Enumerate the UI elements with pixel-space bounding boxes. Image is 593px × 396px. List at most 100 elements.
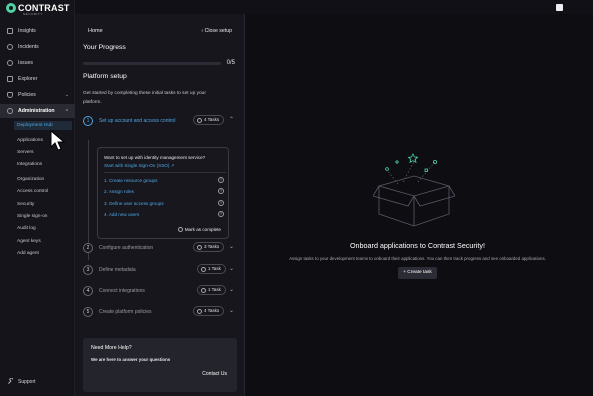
circle-icon: [197, 244, 202, 250]
sidebar-subitem-agent-keys[interactable]: Agent keys: [17, 239, 41, 244]
chevron-down-icon: ⌄: [64, 92, 69, 98]
layers-icon: [7, 76, 13, 82]
task-count: 1 Task: [208, 266, 221, 271]
sidebar-subitem-deployment-hub[interactable]: Deployment Hub: [14, 121, 72, 130]
help-title: Need More Help?: [91, 345, 132, 351]
task-count-badge: 4 Tasks: [193, 115, 225, 125]
setup-panel: Home ‹ Close setup Your Progress 0/5 Pla…: [75, 14, 245, 396]
app-window: CONTRAST SECURITY Insights Incidents Iss…: [0, 0, 593, 396]
mouse-pointer-icon: [50, 130, 66, 151]
sidebar-subitem-applications[interactable]: Applications: [17, 138, 43, 143]
sidebar-item-policies[interactable]: Policies ⌄: [0, 88, 75, 102]
sidebar-subitem-organization[interactable]: Organization: [17, 177, 44, 182]
chevron-up-icon[interactable]: ⌃: [229, 116, 234, 123]
task-count: 1 Task: [208, 287, 221, 292]
support-label: Support: [18, 378, 36, 385]
step-number: 5: [83, 307, 93, 317]
circle-icon: [201, 266, 206, 272]
step-label: Create platform policies: [99, 309, 152, 315]
contrast-logo-icon: [6, 3, 16, 13]
shield-icon: [7, 92, 13, 98]
wrench-icon: [8, 378, 14, 384]
sidebar-item-insights[interactable]: Insights: [0, 24, 75, 38]
task-label: 4. Add new users: [104, 212, 140, 217]
sidebar-subitem-audit-log[interactable]: Audit log: [17, 226, 36, 231]
sidebar-item-label: Issues: [18, 60, 33, 66]
task-label: 1. Create resource groups: [104, 178, 158, 183]
circle-icon: [201, 287, 206, 293]
sidebar-subitem-servers[interactable]: Servers: [17, 150, 34, 155]
avatar[interactable]: [556, 4, 563, 11]
task-link-user-access-groups[interactable]: 3. Define user access groups?: [104, 200, 226, 206]
task-count: 3 Tasks: [204, 244, 220, 249]
help-icon[interactable]: ?: [218, 188, 224, 194]
chevron-down-icon[interactable]: ⌄: [229, 243, 234, 250]
step-1-card: Want to set up with identity management …: [97, 147, 229, 239]
chevron-down-icon[interactable]: ⌄: [229, 307, 234, 314]
help-icon[interactable]: ?: [218, 177, 224, 183]
step-number: 2: [83, 243, 93, 253]
top-bar: [75, 0, 593, 14]
contact-us-link[interactable]: Contact Us: [202, 371, 227, 377]
sidebar-item-issues[interactable]: Issues: [0, 56, 75, 70]
sso-question: Want to set up with identity management …: [104, 155, 206, 160]
step-number: 4: [83, 286, 93, 296]
support-link[interactable]: Support: [7, 378, 36, 385]
sidebar-subitem-security[interactable]: Security: [17, 202, 34, 207]
sso-link[interactable]: Start with Single Sign-On (SSO) ↗: [104, 163, 174, 169]
close-setup-label: Close setup: [204, 28, 232, 34]
step-label: Define metadata: [99, 267, 136, 273]
incident-icon: [7, 44, 13, 50]
sidebar-item-label: Insights: [18, 28, 36, 34]
task-link-assign-roles[interactable]: 2. Assign roles?: [104, 188, 226, 194]
step-label: Set up account and access control: [99, 118, 176, 124]
sidebar-subitem-access-control[interactable]: Access control: [17, 189, 48, 194]
task-count-badge: 1 Task: [197, 285, 226, 295]
step-number: 1: [83, 116, 93, 126]
task-count: 4 Tasks: [204, 117, 220, 122]
divider: [104, 172, 226, 173]
progress-bar: [83, 62, 221, 65]
setup-description: Get started by completing these initial …: [83, 91, 206, 105]
sidebar: CONTRAST SECURITY Insights Incidents Iss…: [0, 0, 75, 396]
step-1[interactable]: 1 Set up account and access control 4 Ta…: [83, 115, 234, 128]
help-card: Need More Help? We are here to answer yo…: [83, 338, 237, 392]
gear-icon: [7, 108, 13, 114]
steps-connector: [88, 140, 89, 260]
circle-icon: [197, 308, 202, 314]
sidebar-item-incidents[interactable]: Incidents: [0, 40, 75, 54]
issues-icon: [7, 60, 13, 66]
setup-title: Platform setup: [83, 73, 127, 80]
sidebar-item-label: Administration: [18, 108, 55, 114]
sidebar-item-label: Policies: [18, 92, 36, 98]
circle-icon: [177, 227, 183, 232]
empty-state-description: Assign tasks to your development teams t…: [289, 256, 546, 261]
task-link-add-users[interactable]: 4. Add new users?: [104, 211, 226, 217]
sidebar-subitem-single-sign-on[interactable]: Single sign-on: [17, 214, 47, 219]
chevron-down-icon[interactable]: ⌄: [229, 265, 234, 272]
help-icon[interactable]: ?: [218, 200, 224, 206]
create-task-button[interactable]: + Create task: [398, 267, 437, 279]
step-5[interactable]: 5 Create platform policies 4 Tasks ⌄: [83, 306, 234, 319]
sidebar-subitem-integrations[interactable]: Integrations: [17, 162, 42, 167]
breadcrumb-home[interactable]: Home: [88, 28, 103, 34]
mark-complete-button[interactable]: Mark as complete: [177, 227, 221, 232]
circle-icon: [197, 117, 202, 123]
step-3[interactable]: 3 Define metadata 1 Task ⌄: [83, 264, 234, 277]
step-label: Connect integrations: [99, 288, 145, 294]
close-setup-button[interactable]: ‹ Close setup: [201, 28, 232, 34]
sidebar-subitem-add-agent[interactable]: Add agent: [17, 251, 39, 256]
task-link-resource-groups[interactable]: 1. Create resource groups?: [104, 177, 226, 183]
mark-complete-label: Mark as complete: [184, 227, 221, 232]
step-4[interactable]: 4 Connect integrations 1 Task ⌄: [83, 285, 234, 298]
help-icon[interactable]: ?: [218, 211, 224, 217]
step-2[interactable]: 2 Configure authentication 3 Tasks ⌄: [83, 242, 234, 255]
main-content: Onboard applications to Contrast Securit…: [246, 14, 593, 396]
task-label: 3. Define user access groups: [104, 201, 164, 206]
sidebar-item-explorer[interactable]: Explorer: [0, 72, 75, 86]
sidebar-item-administration[interactable]: Administration ⌃: [0, 104, 75, 118]
empty-state-title: Onboard applications to Contrast Securit…: [349, 241, 486, 250]
chevron-down-icon[interactable]: ⌄: [229, 286, 234, 293]
brand-sub: SECURITY: [23, 12, 43, 16]
step-label: Configure authentication: [99, 245, 154, 251]
